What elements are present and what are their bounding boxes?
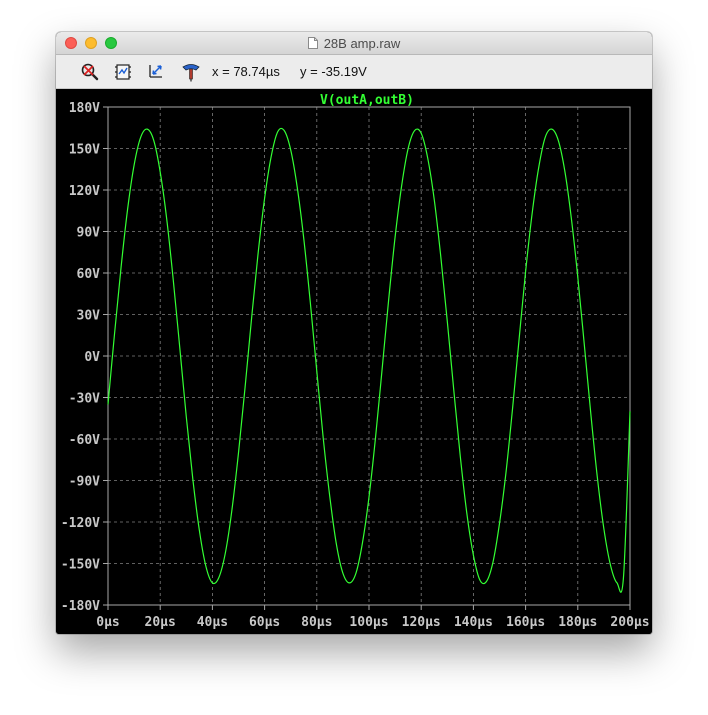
plot-toolbar: x = 78.74µs y = -35.19V	[56, 55, 652, 89]
chart-title: V(outA,outB)	[320, 93, 414, 108]
plot-area[interactable]: 180V 150V 120V 90V 60V 30V 0V -30V -60V -90V -120V…	[56, 89, 652, 634]
x-tick-label: 140µs	[454, 615, 493, 630]
window-title: 28B amp.raw	[323, 35, 401, 51]
tick-marks	[103, 106, 631, 610]
x-tick-label: 60µs	[249, 615, 280, 630]
y-tick-label: -150V	[61, 558, 100, 573]
x-tick-label: 0µs	[96, 615, 119, 630]
y-tick-label: 90V	[77, 226, 101, 241]
y-tick-label: 60V	[77, 267, 101, 282]
waveform-window: 28B amp.raw x = 78.74µs y = -35.19V 180V…	[56, 32, 652, 634]
window-title-area: 28B amp.raw	[56, 32, 652, 54]
y-tick-label: 0V	[84, 350, 100, 365]
y-cursor-readout: y = -35.19V	[300, 64, 367, 79]
y-tick-label: -120V	[61, 516, 100, 531]
x-tick-label: 80µs	[301, 615, 332, 630]
y-tick-label: 150V	[69, 143, 100, 158]
y-tick-label: -90V	[69, 475, 100, 490]
y-tick-label: 180V	[69, 101, 100, 116]
probe-icon[interactable]	[181, 62, 201, 82]
document-icon	[307, 37, 318, 49]
grid-lines	[108, 107, 630, 605]
x-tick-label: 160µs	[506, 615, 545, 630]
waveform-chart[interactable]: 180V 150V 120V 90V 60V 30V 0V -30V -60V -90V -120V…	[56, 89, 652, 634]
autorange-icon[interactable]	[113, 62, 133, 82]
x-tick-label: 20µs	[145, 615, 176, 630]
title-bar: 28B amp.raw	[56, 32, 652, 55]
zoom-reset-icon[interactable]	[80, 62, 100, 82]
x-tick-label: 120µs	[402, 615, 441, 630]
x-tick-label: 100µs	[349, 615, 388, 630]
x-axis-labels: 0µs 20µs 40µs 60µs 80µs 100µs 120µs 140µs 160µs 1…	[96, 615, 649, 630]
y-tick-label: -30V	[69, 392, 100, 407]
x-tick-label: 40µs	[197, 615, 228, 630]
x-tick-label: 180µs	[558, 615, 597, 630]
y-tick-label: 120V	[69, 184, 100, 199]
y-tick-label: -60V	[69, 433, 100, 448]
y-tick-label: -180V	[61, 599, 100, 614]
y-axis-labels: 180V 150V 120V 90V 60V 30V 0V -30V -60V -90V -120V…	[61, 101, 100, 614]
y-tick-label: 30V	[77, 309, 101, 324]
x-cursor-readout: x = 78.74µs	[212, 64, 280, 79]
x-tick-label: 200µs	[610, 615, 649, 630]
pan-icon[interactable]	[147, 62, 167, 82]
